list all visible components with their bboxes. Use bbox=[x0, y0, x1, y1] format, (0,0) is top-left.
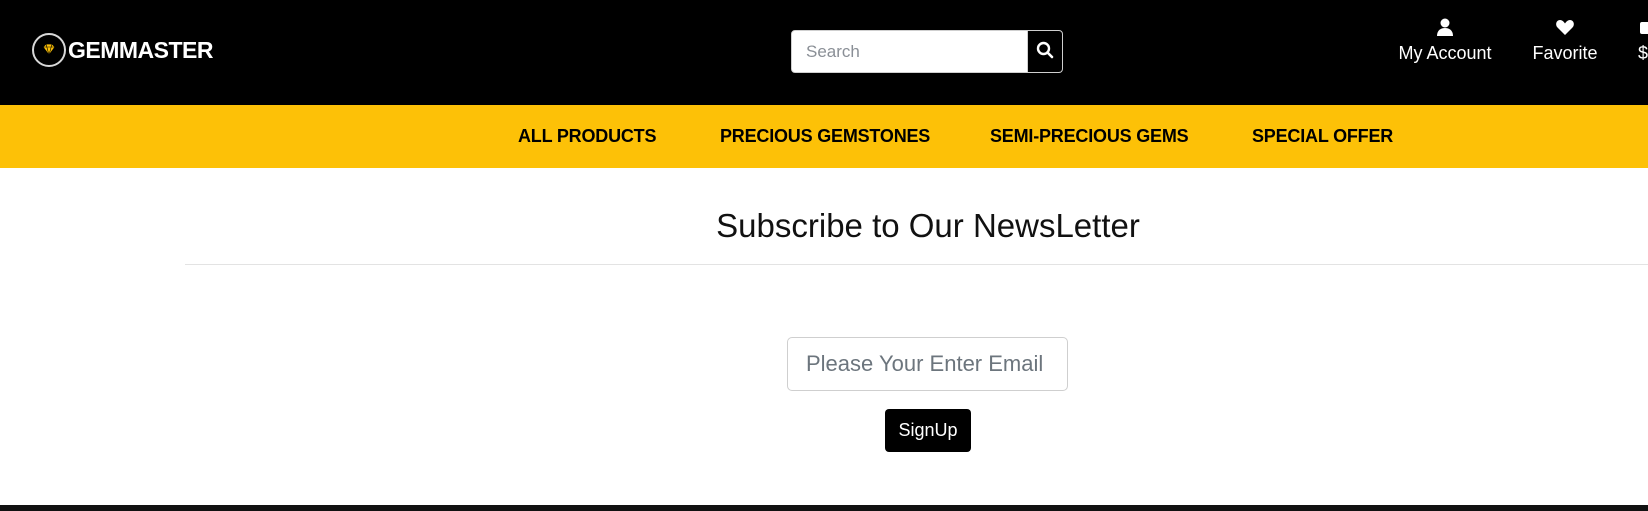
user-icon bbox=[1380, 17, 1510, 39]
heart-icon bbox=[1520, 17, 1610, 39]
search-input[interactable] bbox=[792, 31, 1027, 72]
my-account-label: My Account bbox=[1398, 43, 1492, 63]
gem-logo-icon bbox=[32, 33, 66, 67]
favorite-label: Favorite bbox=[1532, 43, 1598, 63]
cart-icon bbox=[1638, 17, 1648, 39]
my-account-link[interactable]: My Account bbox=[1380, 17, 1510, 64]
category-precious-gemstones[interactable]: PRECIOUS GEMSTONES bbox=[720, 126, 930, 147]
footer-edge bbox=[0, 505, 1648, 511]
newsletter-title: Subscribe to Our NewsLetter bbox=[716, 207, 1140, 244]
signup-button[interactable]: SignUp bbox=[885, 409, 971, 452]
category-all-products[interactable]: ALL PRODUCTS bbox=[518, 126, 656, 147]
email-field[interactable] bbox=[787, 337, 1068, 391]
category-nav: ALL PRODUCTS PRECIOUS GEMSTONES SEMI-PRE… bbox=[0, 105, 1648, 168]
search-bar bbox=[791, 30, 1063, 73]
search-button[interactable] bbox=[1027, 31, 1062, 72]
cart-total-label: $ bbox=[1638, 43, 1648, 63]
search-icon bbox=[1036, 41, 1054, 62]
brand-name: GEMMASTER bbox=[68, 36, 214, 63]
category-special-offer[interactable]: SPECIAL OFFER bbox=[1252, 126, 1393, 147]
brand-logo-link[interactable]: GEMMASTER bbox=[32, 33, 214, 67]
favorite-link[interactable]: Favorite bbox=[1520, 17, 1610, 64]
category-semi-precious-gems[interactable]: SEMI-PRECIOUS GEMS bbox=[990, 126, 1189, 147]
top-header: GEMMASTER My Account Favori bbox=[0, 0, 1648, 105]
section-divider bbox=[185, 264, 1648, 265]
cart-link[interactable]: $ bbox=[1638, 17, 1648, 64]
